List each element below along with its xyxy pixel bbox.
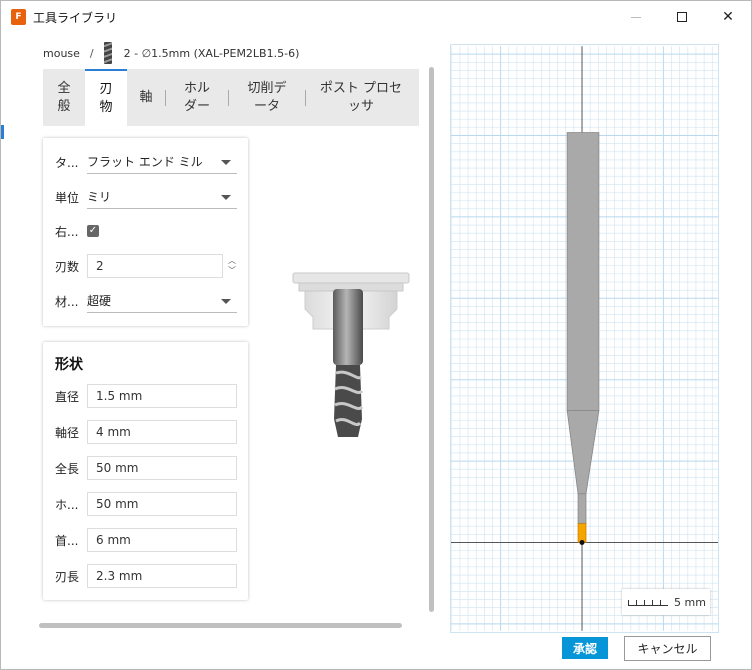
tab-holder[interactable]: ホル ダー <box>166 69 228 126</box>
flutes-input[interactable]: 2 <box>87 254 223 278</box>
app-icon: F <box>11 9 26 25</box>
end-mill-icon <box>103 42 112 64</box>
close-button[interactable]: ✕ <box>705 1 751 33</box>
check-icon: ✓ <box>88 225 98 236</box>
holder-flange <box>292 272 410 284</box>
tool-neck-profile <box>577 493 587 525</box>
overall-length-input[interactable]: 50 mm <box>87 456 237 480</box>
tab-shaft-label: 軸 <box>139 89 153 105</box>
scale-text: 5 mm <box>674 595 706 609</box>
shaft-diameter-input[interactable]: 4 mm <box>87 420 237 444</box>
title-bar: F 工具ライブラリ ✕ <box>1 1 751 33</box>
flute-length-label: 刃長 <box>55 569 80 584</box>
holder-length-label: ホ... <box>55 497 79 512</box>
tab-general-label: 全般 <box>57 80 71 114</box>
type-label: タ... <box>55 155 79 170</box>
neck-length-row: 首... 6 mm <box>55 528 237 552</box>
chevron-down-icon <box>221 195 231 200</box>
tab-post-processor-label: ポスト プロセ ッサ <box>319 80 403 114</box>
diameter-row: 直径 1.5 mm <box>55 384 237 408</box>
right-hand-checkbox[interactable]: ✓ <box>87 225 99 237</box>
flute-length-input[interactable]: 2.3 mm <box>87 564 237 588</box>
tool-3d-preview <box>292 272 410 437</box>
unit-select[interactable]: ミリ <box>87 185 237 209</box>
close-icon: ✕ <box>722 9 734 25</box>
tool-2d-preview <box>450 44 719 633</box>
chevron-up-icon[interactable]: ︿ <box>228 256 236 266</box>
left-edge-marker <box>1 125 4 139</box>
breadcrumb: mouse / 2 - ∅1.5mm (XAL-PEM2LB1.5-6) <box>43 42 299 64</box>
tool-flute-profile <box>577 523 587 543</box>
chevron-down-icon <box>221 160 231 165</box>
right-hand-row: 右... ✓ <box>55 219 99 243</box>
shape-title: 形状 <box>55 357 83 373</box>
cancel-button[interactable]: キャンセル <box>624 636 711 661</box>
tool-library-window: F 工具ライブラリ ✕ mouse / 2 - ∅1.5mm (XAL-PEM2… <box>0 0 752 670</box>
tab-cutter[interactable]: 刃物 <box>85 69 127 126</box>
overall-length-label: 全長 <box>55 461 80 476</box>
breadcrumb-tool: 2 - ∅1.5mm (XAL-PEM2LB1.5-6) <box>123 46 300 60</box>
tab-post-processor[interactable]: ポスト プロセ ッサ <box>306 69 416 126</box>
diameter-input[interactable]: 1.5 mm <box>87 384 237 408</box>
neck-length-input[interactable]: 6 mm <box>87 528 237 552</box>
type-value: フラット エンド ミル <box>87 155 203 169</box>
chevron-down-icon[interactable]: ﹀ <box>228 266 236 276</box>
ruler-icon <box>628 598 668 606</box>
maximize-icon <box>677 12 687 22</box>
unit-row: 単位 ミリ <box>55 185 237 209</box>
horizontal-scrollbar[interactable] <box>39 623 402 628</box>
holder-length-input[interactable]: 50 mm <box>87 492 237 516</box>
window-title: 工具ライブラリ <box>33 11 118 25</box>
tab-holder-label: ホル ダー <box>183 80 210 114</box>
tool-flutes <box>334 365 362 437</box>
neck-length-label: 首... <box>55 533 79 548</box>
tool-tip-point <box>579 539 585 545</box>
breadcrumb-library[interactable]: mouse <box>43 47 80 60</box>
cutter-card: タ... フラット エンド ミル 単位 ミリ 右... ✓ 刃数 2 ︿ ﹀ 材… <box>43 138 248 326</box>
overall-length-row: 全長 50 mm <box>55 456 237 480</box>
flutes-label: 刃数 <box>55 259 80 274</box>
material-select[interactable]: 超硬 <box>87 289 237 313</box>
tool-shank <box>333 289 363 365</box>
unit-value: ミリ <box>87 190 112 204</box>
diameter-label: 直径 <box>55 389 80 404</box>
type-select[interactable]: フラット エンド ミル <box>87 150 237 174</box>
flute-length-row: 刃長 2.3 mm <box>55 564 237 588</box>
maximize-button[interactable] <box>659 1 705 33</box>
scale-indicator: 5 mm <box>622 589 710 615</box>
shaft-diameter-row: 軸径 4 mm <box>55 420 237 444</box>
unit-label: 単位 <box>55 190 80 205</box>
tab-cutting-data-label: 切削デ ータ <box>247 80 287 114</box>
flutes-row: 刃数 2 ︿ ﹀ <box>55 254 239 278</box>
tab-cutter-label: 刃物 <box>99 81 113 115</box>
tab-bar: 全般 刃物 軸 ホル ダー 切削デ ータ ポスト プロセ ッサ <box>43 69 419 126</box>
material-row: 材... 超硬 <box>55 289 237 313</box>
breadcrumb-separator: / <box>89 46 94 60</box>
material-label: 材... <box>55 294 79 309</box>
flutes-stepper[interactable]: ︿ ﹀ <box>225 254 239 278</box>
tool-shank-profile <box>566 132 600 411</box>
accept-button[interactable]: 承認 <box>562 637 608 659</box>
type-row: タ... フラット エンド ミル <box>55 150 237 174</box>
tool-taper-profile <box>566 410 600 495</box>
right-hand-label: 右... <box>55 224 79 239</box>
material-value: 超硬 <box>87 294 112 308</box>
tab-shaft[interactable]: 軸 <box>127 69 165 126</box>
minimize-icon <box>631 16 641 18</box>
tab-cutting-data[interactable]: 切削デ ータ <box>229 69 305 126</box>
minimize-button[interactable] <box>613 1 659 33</box>
chevron-down-icon <box>221 299 231 304</box>
shaft-diameter-label: 軸径 <box>55 425 80 440</box>
shape-card: 形状 直径 1.5 mm 軸径 4 mm 全長 50 mm ホ... 50 mm… <box>43 342 248 600</box>
tab-general[interactable]: 全般 <box>43 69 85 126</box>
holder-length-row: ホ... 50 mm <box>55 492 237 516</box>
vertical-scrollbar[interactable] <box>429 67 434 612</box>
